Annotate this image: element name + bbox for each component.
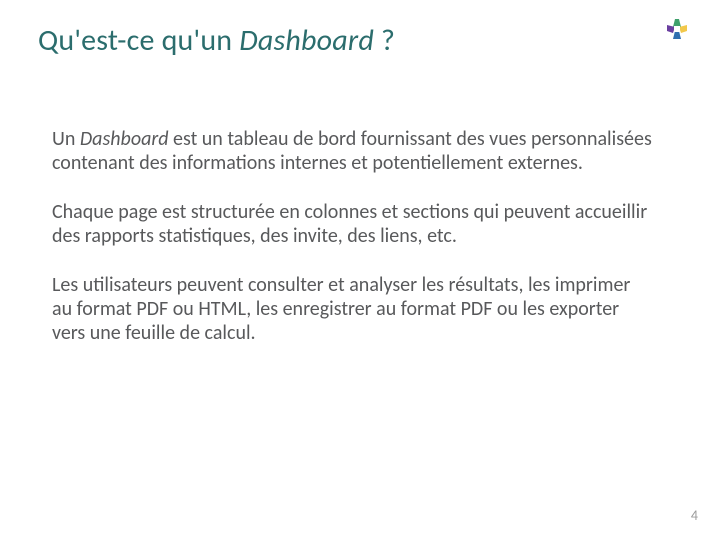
- paragraph-1: Un Dashboard est un tableau de bord four…: [52, 128, 652, 175]
- title-text-pre: Qu'est-ce qu'un: [38, 22, 239, 59]
- paragraph-3: Les utilisateurs peuvent consulter et an…: [52, 274, 652, 345]
- slide: Qu'est-ce qu'un Dashboard ? Un Dashboard…: [0, 0, 720, 540]
- slide-body: Un Dashboard est un tableau de bord four…: [52, 128, 652, 371]
- title-text-post: ?: [374, 22, 395, 59]
- paragraph-2: Chaque page est structurée en colonnes e…: [52, 201, 652, 248]
- brand-logo-icon: [662, 14, 692, 44]
- p1-em: Dashboard: [80, 127, 169, 151]
- p1-pre: Un: [52, 127, 80, 151]
- title-text-em: Dashboard: [239, 22, 374, 59]
- slide-title: Qu'est-ce qu'un Dashboard ?: [38, 22, 395, 59]
- page-number: 4: [691, 507, 698, 524]
